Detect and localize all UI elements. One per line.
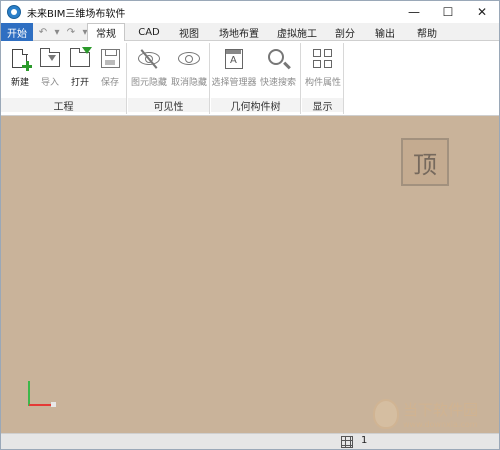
- import-icon: [38, 47, 62, 71]
- watermark: 当下软件园 www.downxia.com: [373, 399, 478, 429]
- group-project: 新建 导入 打开 保存 工程: [1, 43, 127, 114]
- tab-site-layout[interactable]: 场地布置: [213, 23, 265, 41]
- hide-element-label: 图元隐藏: [131, 78, 168, 88]
- close-button[interactable]: ✕: [465, 1, 499, 23]
- x-axis-indicator: [29, 404, 53, 406]
- app-logo-icon: [7, 5, 21, 19]
- tab-virtual-construction[interactable]: 虚拟施工: [271, 23, 323, 41]
- minimize-button[interactable]: —: [397, 1, 431, 23]
- tab-general[interactable]: 常规: [87, 23, 125, 42]
- unhide-label: 取消隐藏: [171, 78, 208, 88]
- grid-icon[interactable]: [341, 436, 353, 448]
- status-bar: 1: [1, 433, 499, 449]
- quick-search-button[interactable]: 快速搜索: [260, 47, 297, 88]
- open-button-label: 打开: [70, 78, 89, 88]
- tab-output[interactable]: 输出: [367, 23, 403, 41]
- tab-section[interactable]: 剖分: [327, 23, 363, 41]
- watermark-title: 当下软件园: [403, 401, 479, 419]
- start-button[interactable]: 开始: [1, 23, 33, 41]
- group-label-display: 显示: [302, 98, 343, 113]
- quick-access-toolbar: ↶ ▾ ↷ ▾: [37, 26, 91, 38]
- import-button[interactable]: 导入: [35, 47, 65, 88]
- group-display: 构件属性 显示: [302, 43, 344, 114]
- app-window: 未来BIM三维场布软件 — ☐ ✕ 开始 ↶ ▾ ↷ ▾ 常规 CAD 视图 场…: [0, 0, 500, 450]
- watermark-logo-icon: [373, 399, 399, 429]
- component-properties-label: 构件属性: [305, 78, 342, 88]
- save-icon: [98, 47, 122, 71]
- search-icon: [266, 47, 290, 71]
- selection-manager-icon: [222, 47, 246, 71]
- window-controls: — ☐ ✕: [397, 1, 499, 23]
- undo-icon[interactable]: ↶: [37, 26, 49, 38]
- maximize-button[interactable]: ☐: [431, 1, 465, 23]
- selection-manager-label: 选择管理器: [211, 78, 257, 88]
- 3d-viewport[interactable]: 顶 当下软件园 www.downxia.com: [1, 116, 499, 433]
- group-label-geometry-tree: 几何构件树: [211, 98, 300, 113]
- group-label-project: 工程: [1, 98, 126, 113]
- title-bar: 未来BIM三维场布软件 — ☐ ✕: [1, 1, 499, 23]
- axis-origin: [51, 402, 56, 407]
- hide-element-button[interactable]: 图元隐藏: [131, 47, 168, 88]
- ribbon-panel: 新建 导入 打开 保存 工程 图元隐藏 取消隐藏 可见性 A 选择管理器 快速搜…: [1, 41, 499, 116]
- tab-cad[interactable]: CAD: [131, 23, 167, 41]
- y-axis-indicator: [28, 381, 30, 406]
- new-button-label: 新建: [10, 78, 29, 88]
- selection-manager-button[interactable]: 选择管理器: [212, 47, 257, 88]
- save-button-label: 保存: [100, 78, 119, 88]
- new-doc-icon: [8, 47, 32, 71]
- group-geometry-tree: 选择管理器 快速搜索 几何构件树: [211, 43, 301, 114]
- show-icon: [177, 47, 201, 71]
- properties-icon: [311, 47, 335, 71]
- new-button[interactable]: 新建: [5, 47, 35, 88]
- component-properties-button[interactable]: 构件属性: [305, 47, 342, 88]
- tab-help[interactable]: 帮助: [409, 23, 445, 41]
- status-page-number: 1: [361, 435, 368, 446]
- window-title: 未来BIM三维场布软件: [27, 8, 126, 20]
- dropdown-icon[interactable]: ▾: [51, 26, 63, 38]
- group-label-visibility: 可见性: [128, 98, 209, 113]
- import-button-label: 导入: [40, 78, 59, 88]
- tab-view[interactable]: 视图: [171, 23, 207, 41]
- view-cube-top[interactable]: 顶: [401, 138, 449, 186]
- group-visibility: 图元隐藏 取消隐藏 可见性: [128, 43, 210, 114]
- open-button[interactable]: 打开: [65, 47, 95, 88]
- unhide-button[interactable]: 取消隐藏: [171, 47, 208, 88]
- hide-icon: [137, 47, 161, 71]
- open-folder-icon: [68, 47, 92, 71]
- save-button[interactable]: 保存: [95, 47, 125, 88]
- redo-icon[interactable]: ↷: [65, 26, 77, 38]
- quick-search-label: 快速搜索: [260, 78, 297, 88]
- watermark-url: www.downxia.com: [403, 420, 478, 429]
- ribbon-tab-bar: 开始 ↶ ▾ ↷ ▾ 常规 CAD 视图 场地布置 虚拟施工 剖分 输出 帮助: [1, 23, 499, 42]
